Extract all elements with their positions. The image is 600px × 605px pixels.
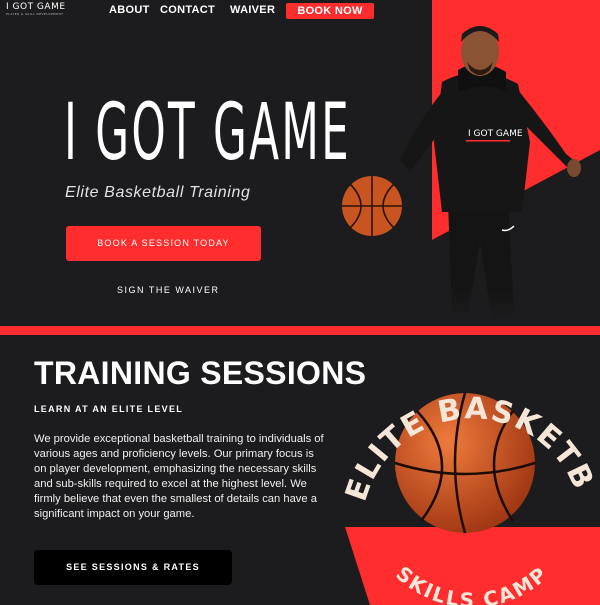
basketball-icon: [342, 176, 402, 236]
logo-wordmark: I GOT GAME: [6, 2, 66, 12]
top-navigation: I GOT GAME PLAYER & SKILL DEVELOPMENT AB…: [0, 0, 600, 22]
hero-section: I GOT GAME I GOT GAME Elite Basketball T…: [0, 0, 600, 335]
site-logo[interactable]: I GOT GAME PLAYER & SKILL DEVELOPMENT: [6, 2, 82, 17]
training-kicker: LEARN AT AN ELITE LEVEL: [34, 404, 184, 414]
nav-link-contact[interactable]: CONTACT: [160, 4, 215, 16]
player-dribbling-image: I GOT GAME: [342, 26, 581, 322]
hero-subtitle: Elite Basketball Training: [65, 184, 251, 201]
hoodie-logo-text: I GOT GAME: [468, 129, 523, 139]
section-divider-band: [0, 326, 600, 335]
training-title: TRAINING SESSIONS: [34, 355, 367, 391]
nav-link-about[interactable]: ABOUT: [109, 4, 150, 16]
see-sessions-button[interactable]: SEE SESSIONS & RATES: [34, 550, 232, 585]
training-description: We provide exceptional basketball traini…: [34, 433, 324, 520]
camp-arc-bottom-text: SKILLS CAMP: [391, 561, 552, 605]
nav-link-waiver[interactable]: WAIVER: [230, 4, 275, 16]
training-section: TRAINING SESSIONS LEARN AT AN ELITE LEVE…: [0, 335, 600, 605]
logo-tagline: PLAYER & SKILL DEVELOPMENT: [6, 12, 64, 16]
book-now-button[interactable]: BOOK NOW: [286, 3, 374, 19]
sign-waiver-link[interactable]: SIGN THE WAIVER: [117, 285, 220, 295]
skills-camp-badge: ELITE BASKETBALL SKILLS CAMP: [325, 335, 599, 605]
hero-title: I GOT GAME: [64, 88, 351, 178]
book-session-button[interactable]: BOOK A SESSION TODAY: [66, 226, 261, 261]
